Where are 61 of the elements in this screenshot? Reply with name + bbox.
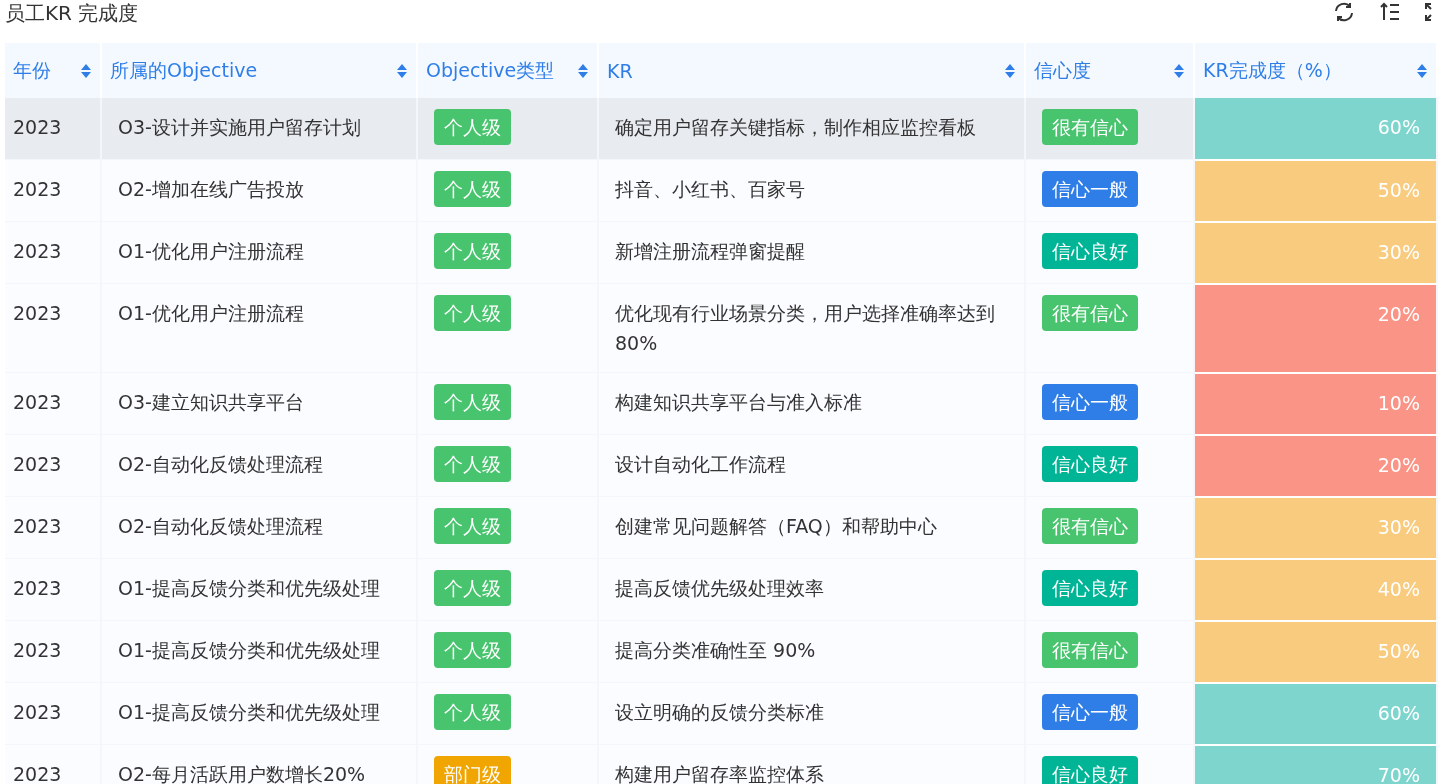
table-cell: 构建用户留存率监控体系 xyxy=(598,744,1025,784)
completion-cell: 20% xyxy=(1194,434,1437,497)
completion-cell: 50% xyxy=(1194,159,1437,222)
sort-icon[interactable] xyxy=(396,62,408,79)
confidence-tag: 信心一般 xyxy=(1042,384,1138,420)
type-tag: 个人级 xyxy=(434,570,511,606)
completion-cell: 30% xyxy=(1194,221,1437,284)
table-row[interactable]: 2023 O3-设计并实施用户留存计划 个人级 确定用户留存关键指标，制作相应监控看板 很有信心 60% xyxy=(5,98,1437,160)
confidence-tag: 信心一般 xyxy=(1042,694,1138,730)
column-header[interactable]: 所属的Objective xyxy=(101,43,417,98)
page-title: 员工KR 完成度 xyxy=(5,0,139,26)
sort-icon[interactable] xyxy=(1416,62,1428,79)
sort-icon[interactable] xyxy=(1173,62,1185,79)
confidence-tag: 很有信心 xyxy=(1042,109,1138,145)
confidence-tag: 很有信心 xyxy=(1042,295,1138,331)
sort-icon[interactable] xyxy=(577,62,589,79)
confidence-tag: 很有信心 xyxy=(1042,508,1138,544)
type-tag: 个人级 xyxy=(434,233,511,269)
column-header[interactable]: 信心度 xyxy=(1025,43,1194,98)
table-row[interactable]: 2023 O1-提高反馈分类和优先级处理 个人级 设立明确的反馈分类标准 信心一般 60% xyxy=(5,682,1437,745)
type-tag: 个人级 xyxy=(434,446,511,482)
table-row[interactable]: 2023 O2-自动化反馈处理流程 个人级 创建常见问题解答（FAQ）和帮助中心 很有信心 30% xyxy=(5,496,1437,559)
column-header[interactable]: 年份 xyxy=(5,43,101,98)
table-cell: 2023 xyxy=(5,744,101,784)
table-cell: O2-每月活跃用户数增长20% xyxy=(101,744,417,784)
completion-cell: 40% xyxy=(1194,558,1437,621)
type-tag: 个人级 xyxy=(434,632,511,668)
table-row[interactable]: 2023 O1-提高反馈分类和优先级处理 个人级 提高分类准确性至 90% 很有信心 50% xyxy=(5,620,1437,683)
type-tag: 个人级 xyxy=(434,384,511,420)
table-row[interactable]: 2023 O1-优化用户注册流程 个人级 优化现有行业场景分类，用户选择准确率达到80% 很有信心 20% xyxy=(5,283,1437,373)
confidence-tag: 很有信心 xyxy=(1042,632,1138,668)
table-row[interactable]: 2023 O3-建立知识共享平台 个人级 构建知识共享平台与准入标准 信心一般 10% xyxy=(5,372,1437,435)
column-header[interactable]: KR xyxy=(598,43,1025,98)
sort-icon[interactable] xyxy=(1004,62,1016,79)
table-row[interactable]: 2023 O1-优化用户注册流程 个人级 新增注册流程弹窗提醒 信心良好 30% xyxy=(5,221,1437,284)
refresh-icon[interactable] xyxy=(1332,0,1356,24)
type-tag: 个人级 xyxy=(434,171,511,207)
confidence-tag: 信心良好 xyxy=(1042,233,1138,269)
column-header[interactable]: Objective类型 xyxy=(417,43,598,98)
completion-cell: 60% xyxy=(1194,682,1437,745)
completion-cell: 20% xyxy=(1194,283,1437,373)
table-row[interactable]: 2023 O2-每月活跃用户数增长20% 部门级 构建用户留存率监控体系 信心良好 70% xyxy=(5,744,1437,784)
sort-icon[interactable] xyxy=(80,62,92,79)
table-row[interactable]: 2023 O2-增加在线广告投放 个人级 抖音、小红书、百家号 信心一般 50% xyxy=(5,159,1437,222)
type-tag: 个人级 xyxy=(434,295,511,331)
confidence-tag: 信心良好 xyxy=(1042,446,1138,482)
completion-cell: 30% xyxy=(1194,496,1437,559)
completion-cell: 60% xyxy=(1194,98,1437,160)
confidence-tag: 信心一般 xyxy=(1042,171,1138,207)
completion-cell: 10% xyxy=(1194,372,1437,435)
type-tag: 个人级 xyxy=(434,109,511,145)
type-tag: 个人级 xyxy=(434,694,511,730)
completion-cell: 50% xyxy=(1194,620,1437,683)
confidence-tag: 信心良好 xyxy=(1042,570,1138,606)
type-tag: 部门级 xyxy=(434,756,511,784)
confidence-tag: 信心良好 xyxy=(1042,756,1138,784)
type-tag: 个人级 xyxy=(434,508,511,544)
table-row[interactable]: 2023 O2-自动化反馈处理流程 个人级 设计自动化工作流程 信心良好 20% xyxy=(5,434,1437,497)
completion-cell: 70% xyxy=(1194,744,1437,784)
column-header[interactable]: KR完成度（%） xyxy=(1194,43,1437,98)
table-row[interactable]: 2023 O1-提高反馈分类和优先级处理 个人级 提高反馈优先级处理效率 信心良好 40% xyxy=(5,558,1437,621)
